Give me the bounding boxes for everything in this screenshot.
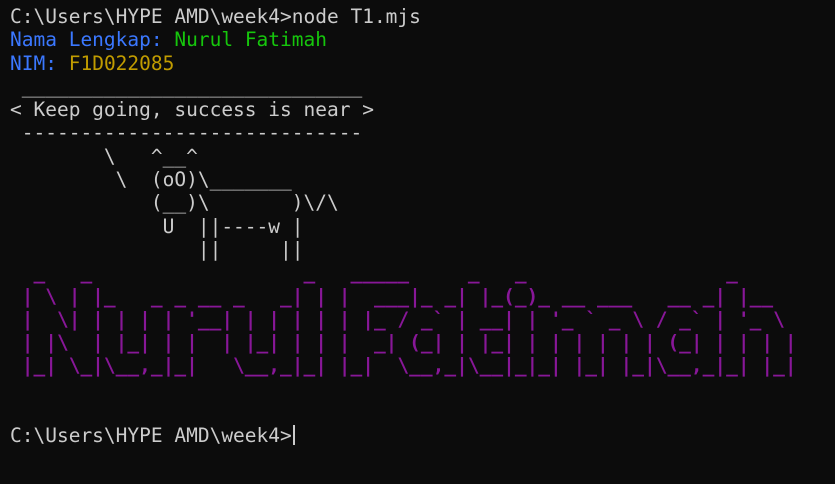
command-line: C:\Users\HYPE AMD\week4>node T1.mjs bbox=[10, 5, 421, 28]
text-cursor bbox=[292, 425, 295, 446]
nim-label: NIM: bbox=[10, 51, 57, 75]
name-label: Nama Lengkap: bbox=[10, 28, 163, 52]
nim-line: NIM: F1D022085 bbox=[10, 52, 835, 75]
name-value: Nurul Fatimah bbox=[174, 28, 327, 52]
prompt-line[interactable]: C:\Users\HYPE AMD\week4> bbox=[10, 424, 835, 447]
figlet-banner: _ _ _ _____ _ _ _ | \ | |_ _ _ __ _ _| |… bbox=[21, 261, 797, 378]
name-line: Nama Lengkap: Nurul Fatimah bbox=[10, 28, 835, 51]
terminal-window[interactable]: C:\Users\HYPE AMD\week4>node T1.mjs Nama… bbox=[10, 5, 835, 484]
nim-value: F1D022085 bbox=[68, 51, 175, 75]
prompt-text: C:\Users\HYPE AMD\week4> bbox=[10, 424, 292, 448]
cowsay-output: _____________________________ < Keep goi… bbox=[10, 74, 374, 261]
